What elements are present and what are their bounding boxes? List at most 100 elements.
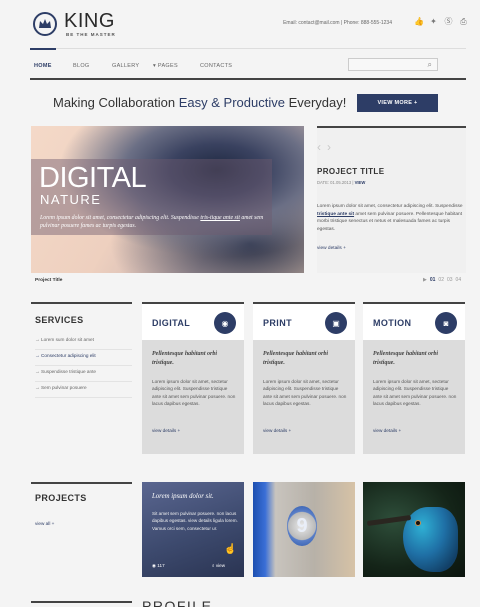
service-card-motion: MOTION ◙ Pellentesque habitant orbi tris… — [363, 302, 465, 454]
twitter-icon[interactable]: ✦ — [429, 17, 438, 26]
services-item[interactable]: → Suspendisse tristique ante — [35, 366, 132, 382]
card-details-link[interactable]: view details + — [373, 428, 401, 433]
search-icon[interactable]: ⌕ — [428, 60, 432, 70]
card-title: PRINT — [263, 318, 292, 328]
project-thumb-bird[interactable] — [363, 482, 465, 577]
card-quote: Pellentesque habitant orbi tristique. — [373, 351, 439, 366]
contact-info: Email: contact@mail.com | Phone: 888-555… — [283, 20, 392, 26]
zoom-view-label: view — [215, 563, 226, 568]
hero-text-a: Lorem ipsum dolor sit amet, consectetur … — [40, 215, 201, 221]
nav-item-blog[interactable]: BLOG — [73, 63, 89, 69]
card-quote: Pellentesque habitant orbi tristique. — [152, 351, 218, 366]
nav-item-contacts[interactable]: CONTACTS — [200, 63, 232, 69]
service-card-digital: DIGITAL ◉ Pellentesque habitant orbi tri… — [142, 302, 244, 454]
kingfisher-image — [403, 507, 458, 572]
nav-item-pages-label: PAGES — [157, 63, 178, 69]
view-more-button[interactable]: VIEW MORE + — [357, 94, 438, 112]
view-details-link[interactable]: view details + — [317, 246, 346, 251]
services-list: → Lorem sum dolor sit amet → Consectetur… — [35, 334, 132, 398]
number-sign-image: 9 — [287, 506, 317, 546]
projects-section: PROJECTS view all + — [31, 482, 132, 542]
hero-slide-image[interactable]: DIGITAL NATURE Lorem ipsum dolor sit ame… — [31, 126, 304, 273]
hero-subtitle: NATURE — [40, 192, 102, 207]
nav-item-gallery[interactable]: GALLERY — [112, 63, 139, 69]
skype-icon[interactable]: Ⓢ — [444, 17, 453, 26]
play-icon[interactable]: ▶ — [423, 277, 427, 283]
brand-name[interactable]: KING — [64, 10, 115, 33]
services-item-label: Consectetur adipiscing elit — [41, 353, 96, 358]
promo-text-c: Everyday! — [284, 95, 347, 110]
search-input[interactable]: ⌕ — [348, 58, 438, 71]
nav-item-pages[interactable]: ▾ PAGES — [153, 63, 178, 69]
project-title: PROJECT TITLE — [317, 167, 385, 176]
promo-text-a: Making Collaboration — [53, 95, 179, 110]
card-header: DIGITAL ◉ — [142, 302, 244, 340]
project-meta-link[interactable]: VIEW — [355, 180, 366, 185]
card-text: Lorem ipsum dolor sit amet, sectetur adi… — [263, 379, 347, 407]
card-header: PRINT ▣ — [253, 302, 355, 340]
slide-caption: Project Title — [35, 278, 63, 283]
brand-tagline: BE THE MASTER — [66, 32, 116, 37]
hand-cursor-icon: ☝ — [224, 544, 237, 555]
share-icon[interactable]: ⎙ — [459, 17, 468, 26]
card-details-link[interactable]: view details + — [263, 428, 291, 433]
project-text-a: Lorem ipsum dolor sit amet, consectetur … — [317, 204, 463, 209]
promo-tagline: Making Collaboration Easy & Productive E… — [53, 95, 346, 110]
pager-page-1[interactable]: 01 — [430, 277, 436, 283]
card-quote: Pellentesque habitant orbi tristique. — [263, 351, 329, 366]
zoom-view-link[interactable]: ⌕ view — [212, 563, 225, 568]
project-description: Lorem ipsum dolor sit amet, consectetur … — [317, 203, 466, 233]
services-item[interactable]: → Sem pulvinar posuere — [35, 382, 132, 398]
view-count: ◉ 117 — [152, 563, 165, 569]
card-text: Lorem ipsum dolor sit amet, sectetur adi… — [152, 379, 236, 407]
view-count-value: 117 — [157, 563, 165, 568]
services-item-label: Lorem sum dolor sit amet — [41, 337, 94, 342]
projects-title: PROJECTS — [35, 493, 87, 503]
project-thumb-sign[interactable]: 9 — [253, 482, 355, 577]
bird-eye — [415, 520, 421, 526]
slide-pager: ▶ 01 02 03 04 — [423, 277, 461, 283]
meta-separator: | — [352, 180, 354, 185]
promo-text-accent: Easy & Productive — [178, 95, 285, 110]
nav-item-home[interactable]: HOME — [34, 63, 52, 69]
card-details-link[interactable]: view details + — [152, 428, 180, 433]
card-title: MOTION — [373, 318, 412, 328]
site-header: KING BE THE MASTER Email: contact@mail.c… — [0, 0, 480, 48]
pager-page-3[interactable]: 03 — [447, 277, 453, 283]
services-item-label: Suspendisse tristique ante — [41, 369, 96, 374]
view-all-link[interactable]: view all + — [35, 521, 54, 526]
card-text: Lorem ipsum dolor sit amet, sectetur adi… — [373, 379, 457, 407]
services-title: SERVICES — [35, 315, 84, 325]
prev-arrow-icon[interactable]: ‹ — [317, 140, 321, 154]
eye-icon: ◉ — [214, 312, 236, 334]
card-header: MOTION ◙ — [363, 302, 465, 340]
slider-arrows: ‹ › — [317, 140, 331, 154]
sign-number: 9 — [296, 514, 308, 537]
next-arrow-icon[interactable]: › — [327, 140, 331, 154]
thumb-text: Sit amet sem pulvinar posuere. non lacus… — [152, 511, 238, 531]
project-date: DATE: 01.05.2013 — [317, 180, 352, 185]
section-rule — [31, 601, 132, 603]
social-links: 👍 ✦ Ⓢ ⎙ — [414, 17, 468, 26]
services-section: SERVICES → Lorem sum dolor sit amet → Co… — [31, 302, 132, 398]
thumb-title: Lorem ipsum dolor sit. — [152, 493, 214, 500]
project-thumb-hover[interactable]: Lorem ipsum dolor sit. Sit amet sem pulv… — [142, 482, 244, 577]
project-meta: DATE: 01.05.2013 | VIEW — [317, 180, 365, 185]
hero-description: Lorem ipsum dolor sit amet, consectetur … — [40, 214, 270, 230]
hero-title: DIGITAL — [39, 162, 147, 194]
project-text-link[interactable]: tristique ante sit — [317, 212, 354, 217]
monitor-icon: ▣ — [325, 312, 347, 334]
service-card-print: PRINT ▣ Pellentesque habitant orbi trist… — [253, 302, 355, 454]
services-item[interactable]: → Lorem sum dolor sit amet — [35, 334, 132, 350]
hero-text-link[interactable]: tris-tique ante sit — [200, 215, 240, 221]
nav-active-indicator — [30, 48, 56, 50]
camera-icon: ◙ — [435, 312, 457, 334]
pager-page-4[interactable]: 04 — [456, 277, 462, 283]
card-title: DIGITAL — [152, 318, 191, 328]
crown-logo-icon[interactable] — [33, 12, 57, 36]
services-item[interactable]: → Consectetur adipiscing elit — [35, 350, 132, 366]
pager-page-2[interactable]: 02 — [438, 277, 444, 283]
services-item-label: Sem pulvinar posuere — [41, 385, 87, 390]
like-icon[interactable]: 👍 — [414, 17, 424, 26]
profile-title: PROFILE — [142, 598, 213, 607]
